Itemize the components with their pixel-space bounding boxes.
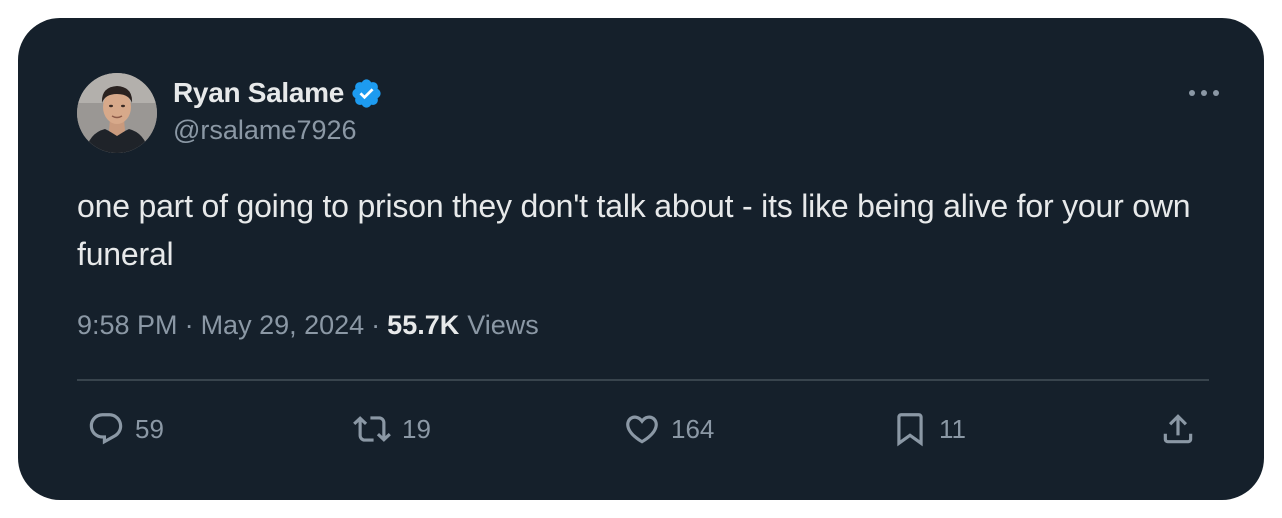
like-count: 164 bbox=[671, 413, 715, 444]
more-horizontal-icon bbox=[1189, 90, 1219, 96]
heart-icon bbox=[626, 415, 658, 444]
share-button[interactable] bbox=[1159, 409, 1197, 449]
meta-separator: · bbox=[184, 310, 194, 340]
author-display-name[interactable]: Ryan Salame bbox=[173, 77, 344, 109]
tweet-card: Ryan Salame @rsalame7926 one part of goi… bbox=[18, 18, 1264, 500]
bookmark-icon bbox=[897, 413, 923, 447]
retweet-button[interactable]: 19 bbox=[352, 409, 431, 449]
tweet-text: one part of going to prison they don't t… bbox=[77, 188, 1191, 272]
verified-badge-icon[interactable] bbox=[350, 77, 383, 110]
more-options-button[interactable] bbox=[1184, 78, 1224, 108]
bookmark-button[interactable]: 11 bbox=[891, 409, 966, 449]
retweet-count: 19 bbox=[402, 413, 431, 444]
tweet-time[interactable]: 9:58 PM bbox=[77, 310, 178, 341]
tweet-meta: 9:58 PM · May 29, 2024 · 55.7K Views bbox=[77, 310, 539, 341]
bookmark-count: 11 bbox=[939, 413, 966, 444]
avatar-image bbox=[77, 73, 157, 153]
like-button[interactable]: 164 bbox=[623, 409, 714, 449]
reply-count: 59 bbox=[135, 413, 164, 444]
meta-separator: · bbox=[371, 310, 381, 340]
reply-icon bbox=[89, 413, 123, 445]
author-row: Ryan Salame bbox=[173, 76, 383, 110]
views-count[interactable]: 55.7K bbox=[387, 310, 459, 341]
reply-button[interactable]: 59 bbox=[87, 409, 164, 449]
divider bbox=[77, 379, 1209, 381]
views-label: Views bbox=[467, 310, 539, 340]
tweet-date[interactable]: May 29, 2024 bbox=[201, 310, 365, 341]
avatar[interactable] bbox=[77, 73, 157, 153]
retweet-icon bbox=[353, 416, 391, 442]
author-handle[interactable]: @rsalame7926 bbox=[173, 115, 357, 146]
share-icon bbox=[1163, 414, 1193, 444]
